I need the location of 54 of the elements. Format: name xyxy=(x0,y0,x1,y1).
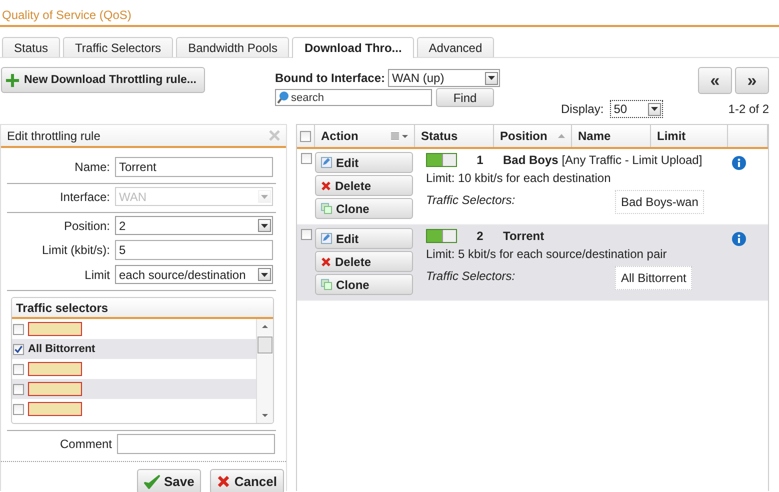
rule-limit: Limit: 5 kbit/s for each source/destination pair xyxy=(426,247,668,261)
field-label: Limit (kbit/s): xyxy=(40,243,110,257)
page-size-select[interactable]: 50 xyxy=(610,100,663,118)
tab[interactable]: Status xyxy=(2,37,60,57)
traffic-selector-tag: Bad Boys-wan xyxy=(615,190,704,214)
traffic-selector-tag: All Bittorrent xyxy=(615,266,692,290)
select-field[interactable]: each source/destination xyxy=(115,265,273,284)
rule-position: 1 xyxy=(476,153,484,167)
input-field[interactable]: Torrent xyxy=(115,157,273,177)
panel-title: Edit throttling rule xyxy=(7,128,100,142)
field-label: Display: xyxy=(561,102,604,116)
rule-name: Torrent xyxy=(503,229,544,243)
cancel-button[interactable]: Cancel xyxy=(210,469,284,492)
page-title: Quality of Service (QoS) xyxy=(2,8,132,22)
tab[interactable]: Download Thro... xyxy=(292,37,414,58)
tab[interactable]: Advanced xyxy=(416,37,494,57)
column-header[interactable]: Action xyxy=(321,129,358,143)
edit-button[interactable]: Edit xyxy=(315,228,413,249)
search-field[interactable]: search xyxy=(275,89,432,106)
section-header: Traffic selectors xyxy=(12,298,273,319)
clone-button[interactable]: Clone xyxy=(315,274,413,295)
new-rule-button[interactable]: New Download Throttling rule... xyxy=(1,67,205,93)
table-row[interactable]: Edit Delete Clone 1 Bad Boys [Any Traffic - Limit Upload] Limit: 10 kbit/s for each destination Traffic Selectors: Bad Boys-wan xyxy=(297,149,768,225)
field-label: Comment xyxy=(58,437,112,451)
tab[interactable]: Bandwidth Pools xyxy=(176,37,290,57)
previous-page-button[interactable]: « xyxy=(698,67,732,94)
column-header[interactable]: Status xyxy=(421,129,458,143)
rule-limit: Limit: 10 kbit/s for each destination xyxy=(426,171,612,185)
field-label: Interface: xyxy=(58,190,110,204)
edit-button[interactable]: Edit xyxy=(315,152,413,173)
delete-button[interactable]: Delete xyxy=(315,251,413,272)
list-item-label: All Bittorrent xyxy=(28,343,96,355)
page-range: 1-2 of 2 xyxy=(728,102,769,116)
find-button[interactable]: Find xyxy=(436,88,494,107)
column-header[interactable]: Position xyxy=(500,129,548,143)
clone-button[interactable]: Clone xyxy=(315,198,413,219)
field-label: Limit xyxy=(84,268,110,282)
input-field[interactable]: 5 xyxy=(115,240,273,260)
save-button[interactable]: Save xyxy=(136,469,202,492)
rule-name: Bad Boys [Any Traffic - Limit Upload] xyxy=(503,153,702,167)
field-label: Name: xyxy=(74,160,110,174)
select-field[interactable]: 2 xyxy=(115,216,273,235)
field-label: Traffic Selectors: xyxy=(426,268,516,283)
rule-position: 2 xyxy=(476,229,484,243)
field-label: Bound to Interface: xyxy=(275,71,385,85)
column-header[interactable]: Limit xyxy=(657,129,686,143)
next-page-button[interactable]: » xyxy=(735,67,769,94)
tab[interactable]: Traffic Selectors xyxy=(63,37,174,57)
column-header[interactable]: Name xyxy=(578,129,611,143)
field-label: Position: xyxy=(62,218,110,232)
interface-select[interactable]: WAN (up) xyxy=(388,69,500,87)
field-label: Traffic Selectors: xyxy=(426,192,516,207)
delete-button[interactable]: Delete xyxy=(315,175,413,196)
table-row[interactable]: Edit Delete Clone 2 Torrent Limit: 5 kbit/s for each source/destination pair Traffic Selectors: All Bittorrent xyxy=(297,225,768,301)
